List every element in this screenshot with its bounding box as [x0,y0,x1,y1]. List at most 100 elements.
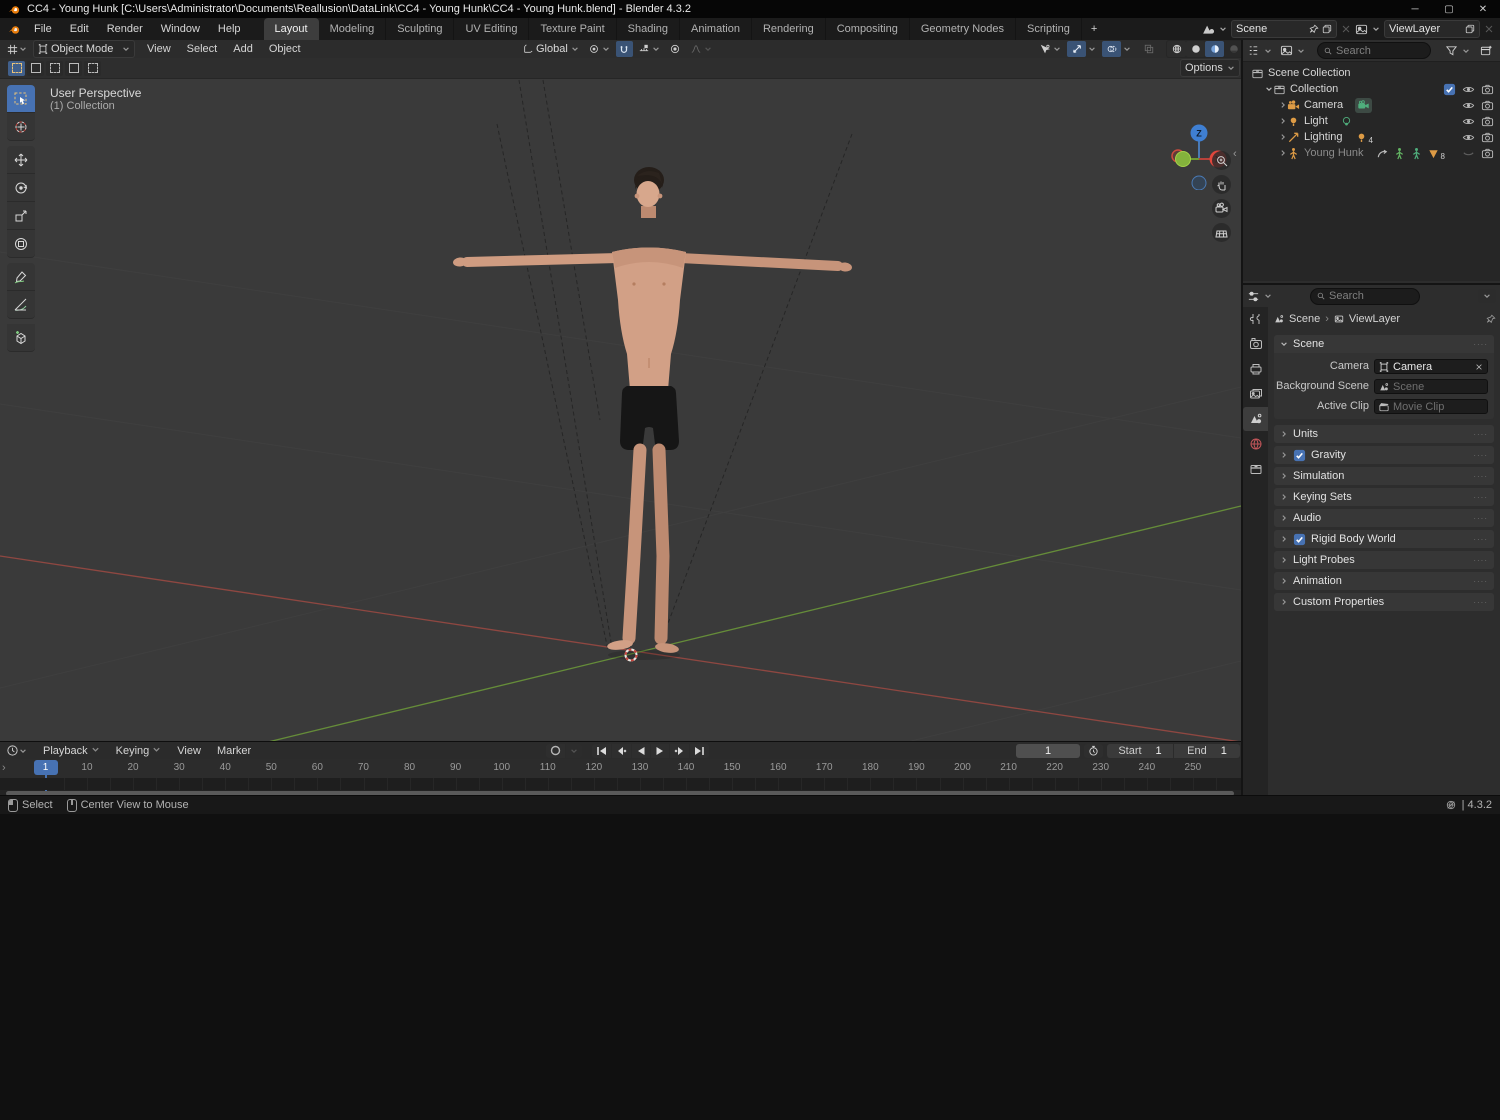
jump-to-start-button[interactable] [592,743,611,758]
clear-field-icon[interactable] [1475,363,1483,371]
timeline-track[interactable] [0,778,1241,790]
panel-animation[interactable]: Animation ···· [1274,572,1494,590]
xray-toggle[interactable] [1139,41,1158,57]
menubar-menu-file[interactable]: File [25,18,61,40]
shading-material-button[interactable] [1205,41,1224,57]
panel-drag-dots[interactable]: ···· [1473,472,1488,481]
filter-chevron-icon[interactable] [1462,47,1470,55]
viewlayer-name-field[interactable]: ViewLayer [1384,20,1480,38]
properties-editor-icon[interactable] [1247,290,1260,303]
mode-dropdown[interactable]: Object Mode [33,40,135,58]
workspace-tab-layout[interactable]: Layout [263,18,319,40]
use-preview-range-toggle[interactable] [1084,743,1103,758]
scene-name-field[interactable]: Scene [1231,20,1337,38]
tab-output[interactable] [1243,357,1268,381]
panel-drag-dots[interactable]: ···· [1473,535,1488,544]
new-viewlayer-icon[interactable] [1465,24,1475,34]
outliner-item-label[interactable]: Light [1304,115,1328,127]
outliner-row-scene-collection[interactable]: Scene Collection [1243,65,1500,81]
scene-selector-chevron-icon[interactable] [1219,25,1227,33]
panel-drag-dots[interactable]: ···· [1473,493,1488,502]
panel-drag-dots[interactable]: ···· [1473,451,1488,460]
panel-drag-dots[interactable]: ···· [1473,430,1488,439]
panel-drag-dots[interactable]: ···· [1473,598,1488,607]
panel-simulation[interactable]: Simulation ···· [1274,467,1494,485]
network-offline-icon[interactable] [1446,800,1456,810]
panel-light-probes[interactable]: Light Probes ···· [1274,551,1494,569]
viewport-menu-object[interactable]: Object [261,40,309,60]
minimize-button[interactable]: ─ [1398,0,1432,18]
panel-units[interactable]: Units ···· [1274,425,1494,443]
editor-type-chevron-icon[interactable] [19,45,27,53]
outliner-row-camera[interactable]: Camera [1243,97,1500,113]
disable-render-icon[interactable] [1481,147,1494,160]
maximize-button[interactable]: ▢ [1432,0,1466,18]
pan-button[interactable] [1212,175,1231,194]
new-scene-icon[interactable] [1322,24,1332,34]
gizmos-chevron-icon[interactable] [1088,45,1096,53]
select-mode-subtract-button[interactable] [46,60,63,76]
pin-icon[interactable] [1309,24,1319,34]
transform-tool[interactable] [7,230,35,258]
3d-scene-canvas[interactable] [0,78,1241,741]
current-frame-field[interactable]: 1 [1016,743,1080,758]
disable-render-icon[interactable] [1481,83,1494,96]
disable-render-icon[interactable] [1481,99,1494,112]
gravity-checkbox[interactable] [1293,449,1306,462]
viewlayer-selector-chevron-icon[interactable] [1372,25,1380,33]
viewport-menu-view[interactable]: View [139,40,179,60]
rotate-tool[interactable] [7,174,35,202]
outliner-row-collection[interactable]: Collection [1243,81,1500,97]
proportional-edit-toggle[interactable] [665,41,685,57]
timeline-expand-arrow[interactable]: › [2,762,6,774]
new-collection-icon[interactable] [1480,44,1493,57]
3d-viewport[interactable]: Object Mode View Select Add Object Global [0,40,1241,741]
transform-orientation-dropdown[interactable]: Global [519,41,583,57]
panel-drag-dots[interactable]: ···· [1473,340,1488,349]
menubar-menu-help[interactable]: Help [209,18,250,40]
frame-end-field[interactable]: End 1 [1174,743,1240,758]
outliner-item-label[interactable]: Camera [1304,99,1343,111]
scene-panel-header[interactable]: Scene ···· [1274,335,1494,353]
breadcrumb-pin-icon[interactable] [1486,314,1496,324]
properties-search-field[interactable]: Search [1310,287,1420,305]
auto-keying-toggle[interactable] [546,743,565,758]
panel-drag-dots[interactable]: ···· [1473,556,1488,565]
workspace-tab-animation[interactable]: Animation [680,18,752,40]
viewport-menu-add[interactable]: Add [225,40,261,60]
select-mode-set-button[interactable] [8,60,25,76]
workspace-tab-rendering[interactable]: Rendering [752,18,826,40]
hide-eye-icon[interactable] [1462,131,1475,144]
panel-audio[interactable]: Audio ···· [1274,509,1494,527]
shading-rendered-button[interactable] [1224,41,1241,57]
workspace-tab-compositing[interactable]: Compositing [826,18,910,40]
workspace-tab-texture-paint[interactable]: Texture Paint [529,18,617,40]
object-visibility-dropdown[interactable] [1036,41,1065,57]
timeline-editor-chevron-icon[interactable] [19,747,27,755]
expand-chevron-icon[interactable] [1279,117,1287,125]
panel-drag-dots[interactable]: ···· [1473,577,1488,586]
expand-chevron-icon[interactable] [1279,149,1287,157]
gizmos-toggle[interactable] [1067,41,1086,57]
expand-chevron-icon[interactable] [1279,133,1287,141]
hidden-eye-icon[interactable] [1462,147,1475,160]
shading-solid-button[interactable] [1186,41,1205,57]
breadcrumb-scene[interactable]: Scene [1289,313,1320,325]
sidebar-collapse-arrow[interactable]: ‹ [1233,148,1237,160]
scale-tool[interactable] [7,202,35,230]
keying-set-chevron-icon[interactable] [566,743,582,758]
outliner-item-label[interactable]: Lighting [1304,131,1343,143]
panel-gravity[interactable]: Gravity ···· [1274,446,1494,464]
panel-rigid-body-world[interactable]: Rigid Body World ···· [1274,530,1494,548]
snap-toggle[interactable] [615,41,633,57]
workspace-tab-sculpting[interactable]: Sculpting [386,18,455,40]
frame-start-field[interactable]: Start 1 [1107,743,1173,758]
workspace-tab-scripting[interactable]: Scripting [1016,18,1082,40]
panel-custom-properties[interactable]: Custom Properties ···· [1274,593,1494,611]
workspace-tab-shading[interactable]: Shading [617,18,681,40]
breadcrumb-viewlayer[interactable]: ViewLayer [1349,313,1400,325]
expand-chevron-icon[interactable] [1265,85,1273,93]
outliner-item-label[interactable]: Scene Collection [1268,67,1351,79]
outliner-row-lighting[interactable]: Lighting 4 [1243,129,1500,145]
camera-view-button[interactable] [1212,199,1231,218]
